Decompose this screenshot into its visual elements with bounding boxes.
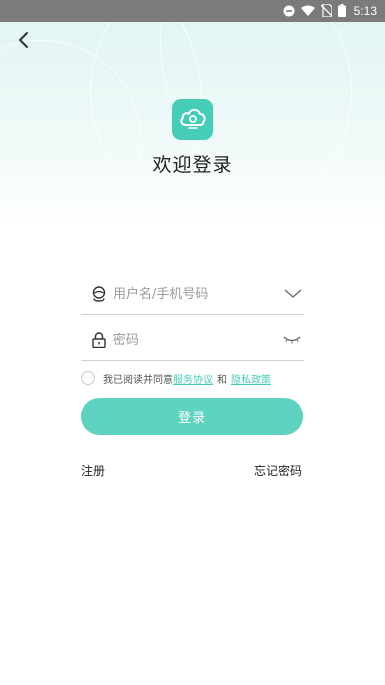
forgot-password-link[interactable]: 忘记密码: [254, 462, 302, 479]
password-input[interactable]: [112, 325, 283, 355]
username-input[interactable]: [113, 279, 283, 309]
back-button[interactable]: [10, 28, 38, 56]
battery-icon: [337, 2, 346, 21]
username-field: [81, 274, 304, 315]
user-icon: [91, 284, 107, 304]
terms-link[interactable]: 服务协议: [173, 371, 213, 386]
eye-closed-icon[interactable]: [283, 328, 302, 352]
register-link[interactable]: 注册: [81, 462, 105, 479]
status-bar: 5:13: [0, 0, 385, 22]
lock-icon: [91, 330, 107, 350]
privacy-link[interactable]: 隐私政策: [231, 371, 271, 386]
agreement-checkbox[interactable]: [81, 371, 95, 385]
agreement-prefix: 我已阅读并同意: [103, 374, 173, 386]
login-button[interactable]: 登录: [81, 398, 303, 435]
wifi-icon: [300, 2, 315, 21]
do-not-disturb-icon: [283, 2, 295, 21]
chevron-left-icon: [17, 31, 31, 53]
agreement-row: 我已阅读并同意 服务协议 和 隐私政策: [81, 369, 271, 387]
page-title: 欢迎登录: [152, 154, 233, 176]
password-field: [81, 320, 304, 361]
app-logo: [172, 99, 213, 140]
chevron-down-icon[interactable]: [283, 282, 302, 306]
agreement-conjunction: 和: [217, 374, 227, 386]
cloud-icon: [178, 106, 208, 134]
no-sim-icon: [320, 2, 333, 21]
status-time: 5:13: [353, 4, 377, 18]
